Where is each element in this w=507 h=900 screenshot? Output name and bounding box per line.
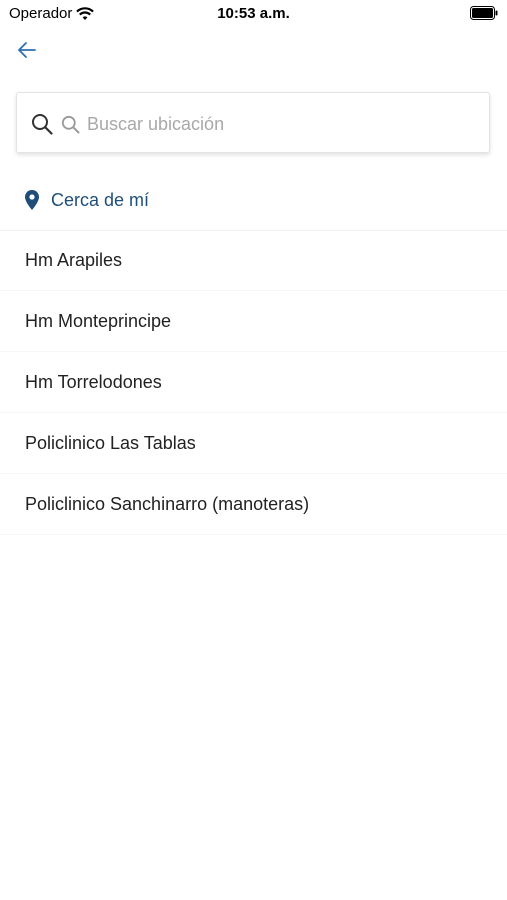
status-time: 10:53 a.m. (217, 5, 290, 22)
list-item[interactable]: Policlinico Las Tablas (0, 413, 507, 474)
list-item[interactable]: Hm Arapiles (0, 230, 507, 291)
list-item[interactable]: Hm Monteprincipe (0, 291, 507, 352)
list-item[interactable]: Policlinico Sanchinarro (manoteras) (0, 474, 507, 535)
arrow-left-icon (18, 42, 36, 58)
battery-icon (470, 6, 498, 20)
search-input[interactable] (85, 107, 479, 141)
list-item[interactable]: Hm Torrelodones (0, 352, 507, 413)
search-box[interactable] (16, 92, 490, 153)
search-icon (32, 114, 53, 135)
location-label: Policlinico Sanchinarro (manoteras) (25, 493, 310, 514)
map-pin-icon (25, 190, 39, 210)
near-me-label: Cerca de mí (51, 189, 150, 210)
location-list: Hm Arapiles Hm Monteprincipe Hm Torrelod… (0, 230, 507, 535)
near-me-option[interactable]: Cerca de mí (0, 170, 507, 231)
location-label: Policlinico Las Tablas (25, 432, 196, 453)
location-label: Hm Arapiles (25, 249, 123, 270)
back-button[interactable] (14, 38, 40, 62)
status-bar: Operador 10:53 a.m. (0, 0, 507, 28)
location-label: Hm Monteprincipe (25, 310, 172, 331)
search-field-icon (61, 115, 80, 134)
location-label: Hm Torrelodones (25, 371, 162, 392)
